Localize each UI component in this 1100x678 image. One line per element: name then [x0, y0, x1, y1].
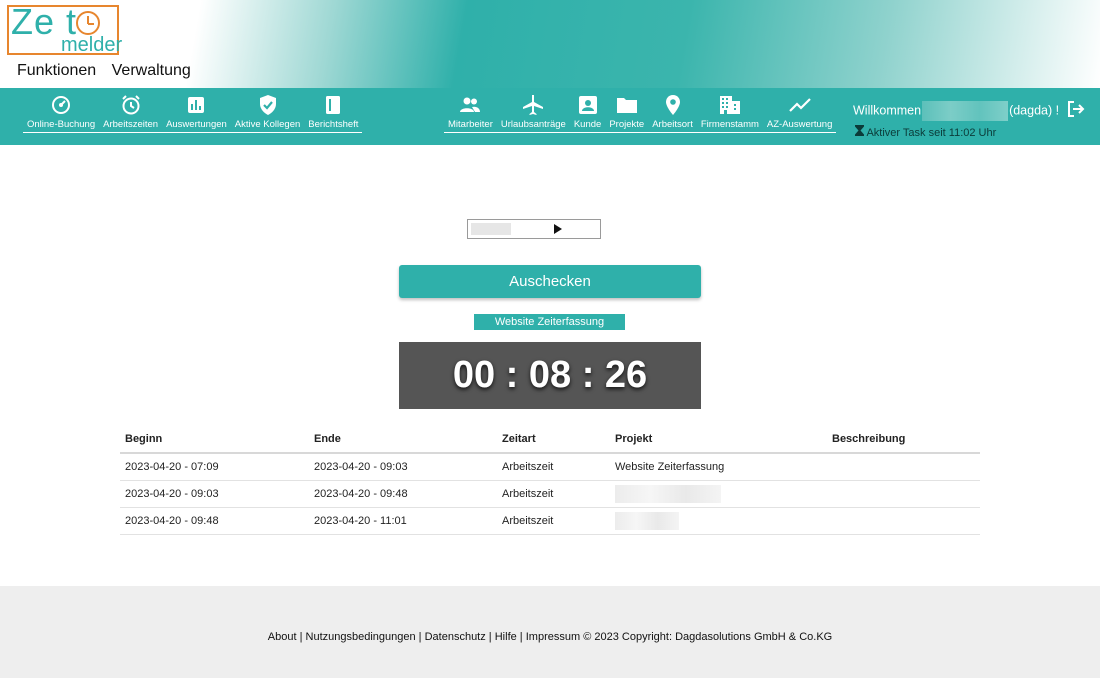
cell-zeitart: Arbeitszeit [497, 507, 610, 535]
nav-group-functions: Online-Buchung Arbeitszeiten Auswertunge… [23, 94, 363, 133]
nav-kunde[interactable]: Kunde [570, 94, 605, 130]
shield-check-icon [257, 94, 279, 116]
nav-label: Online-Buchung [27, 119, 96, 130]
footer-imprint-link[interactable]: Impressum [526, 631, 580, 643]
time-entries-table: Beginn Ende Zeitart Projekt Beschreibung… [120, 426, 980, 535]
building-icon [719, 94, 741, 116]
cell-beginn: 2023-04-20 - 07:09 [120, 453, 309, 481]
footer-about-link[interactable]: About [268, 631, 297, 643]
nav-label: Firmenstamm [700, 119, 759, 130]
logout-icon[interactable] [1067, 100, 1085, 123]
nav-label: Kunde [573, 119, 602, 130]
cell-beginn: 2023-04-20 - 09:03 [120, 480, 309, 508]
logo-clock-icon [76, 11, 100, 35]
footer-terms-link[interactable]: Nutzungsbedingungen [306, 631, 416, 643]
project-selector[interactable] [467, 219, 601, 239]
nav-label: Berichtsheft [308, 119, 359, 130]
book-icon [322, 94, 344, 116]
menu-verwaltung[interactable]: Verwaltung [112, 62, 191, 79]
logo-text-line2: melder [61, 34, 123, 56]
footer-links: About | Nutzungsbedingungen | Datenschut… [267, 631, 833, 643]
people-icon [459, 94, 481, 116]
nav-arbeitszeiten[interactable]: Arbeitszeiten [99, 94, 162, 130]
nav-label: Projekte [609, 119, 645, 130]
nav-online-buchung[interactable]: Online-Buchung [23, 94, 99, 130]
col-beschreibung: Beschreibung [827, 426, 980, 454]
nav-arbeitsort[interactable]: Arbeitsort [648, 94, 697, 130]
alarm-clock-icon [120, 94, 142, 116]
nav-label: Auswertungen [166, 119, 227, 130]
col-projekt: Projekt [610, 426, 827, 454]
welcome-text: Willkommen (dagda) ! [853, 101, 1059, 121]
menu-funktionen[interactable]: Funktionen [17, 62, 96, 79]
footer-privacy-link[interactable]: Datenschutz [425, 631, 486, 643]
cell-zeitart: Arbeitszeit [497, 453, 610, 481]
header: Ze t melder Funktionen Verwaltung [0, 0, 1100, 88]
elapsed-timer: 00 : 08 : 26 [399, 342, 701, 409]
location-pin-icon [662, 94, 684, 116]
nav-az-auswertung[interactable]: AZ-Auswertung [763, 94, 836, 130]
nav-auswertungen[interactable]: Auswertungen [162, 94, 231, 130]
footer-help-link[interactable]: Hilfe [495, 631, 517, 643]
cell-beschreibung [827, 507, 980, 535]
nav-berichtsheft[interactable]: Berichtsheft [304, 94, 362, 130]
active-task-info: Aktiver Task seit 11:02 Uhr [855, 125, 996, 139]
bar-chart-icon [185, 94, 207, 116]
cell-ende: 2023-04-20 - 09:03 [309, 453, 497, 481]
col-beginn: Beginn [120, 426, 309, 454]
contact-card-icon [577, 94, 599, 116]
nav-group-admin: Mitarbeiter Urlaubsanträge Kunde Projekt… [444, 94, 837, 133]
col-zeitart: Zeitart [497, 426, 610, 454]
redacted-project-name [615, 485, 721, 503]
active-task-text: Aktiver Task seit 11:02 Uhr [866, 127, 997, 139]
table-row: 2023-04-20 - 09:48 2023-04-20 - 11:01 Ar… [120, 507, 980, 535]
table-row: 2023-04-20 - 07:09 2023-04-20 - 09:03 Ar… [120, 453, 980, 481]
nav-label: Aktive Kollegen [234, 119, 301, 130]
trend-line-icon [788, 94, 811, 116]
nav-urlaubsantraege[interactable]: Urlaubsanträge [497, 94, 570, 130]
nav-label: Arbeitszeiten [103, 119, 159, 130]
nav-aktive-kollegen[interactable]: Aktive Kollegen [231, 94, 304, 130]
footer: About | Nutzungsbedingungen | Datenschut… [0, 586, 1100, 678]
table-row: 2023-04-20 - 09:03 2023-04-20 - 09:48 Ar… [120, 480, 980, 508]
cell-beschreibung [827, 453, 980, 481]
username: (dagda) ! [1009, 103, 1060, 118]
current-project-badge: Website Zeiterfassung [474, 314, 625, 330]
welcome-label: Willkommen [853, 103, 922, 118]
redacted-project-name [615, 512, 679, 530]
dial-icon [50, 94, 72, 116]
nav-mitarbeiter[interactable]: Mitarbeiter [444, 94, 497, 130]
nav-label: Mitarbeiter [448, 119, 493, 130]
folder-icon [616, 94, 638, 116]
cell-ende: 2023-04-20 - 09:48 [309, 480, 497, 508]
nav-label: Urlaubsanträge [500, 119, 566, 130]
nav-label: Arbeitsort [652, 119, 693, 130]
nav-firmenstamm[interactable]: Firmenstamm [697, 94, 763, 130]
top-menu: Funktionen Verwaltung [17, 62, 202, 80]
cell-beschreibung [827, 480, 980, 508]
zeitmelder-logo[interactable]: Ze t melder [7, 1, 123, 56]
redacted-project [471, 223, 511, 235]
nav-projekte[interactable]: Projekte [605, 94, 648, 130]
checkout-button[interactable]: Auschecken [399, 265, 701, 298]
cell-projekt [610, 480, 827, 508]
footer-copyright: © 2023 Copyright: Dagdasolutions GmbH & … [583, 631, 833, 643]
cell-zeitart: Arbeitszeit [497, 480, 610, 508]
cell-projekt: Website Zeiterfassung [610, 453, 827, 481]
cell-projekt [610, 507, 827, 535]
airplane-icon [522, 94, 544, 116]
col-ende: Ende [309, 426, 497, 454]
table-header-row: Beginn Ende Zeitart Projekt Beschreibung [120, 426, 980, 454]
main-navbar: Online-Buchung Arbeitszeiten Auswertunge… [0, 88, 1100, 145]
nav-label: AZ-Auswertung [766, 119, 833, 130]
redacted-name [922, 101, 1009, 121]
cell-ende: 2023-04-20 - 11:01 [309, 507, 497, 535]
play-icon[interactable] [554, 224, 562, 234]
cell-beginn: 2023-04-20 - 09:48 [120, 507, 309, 535]
hourglass-icon [855, 125, 866, 139]
